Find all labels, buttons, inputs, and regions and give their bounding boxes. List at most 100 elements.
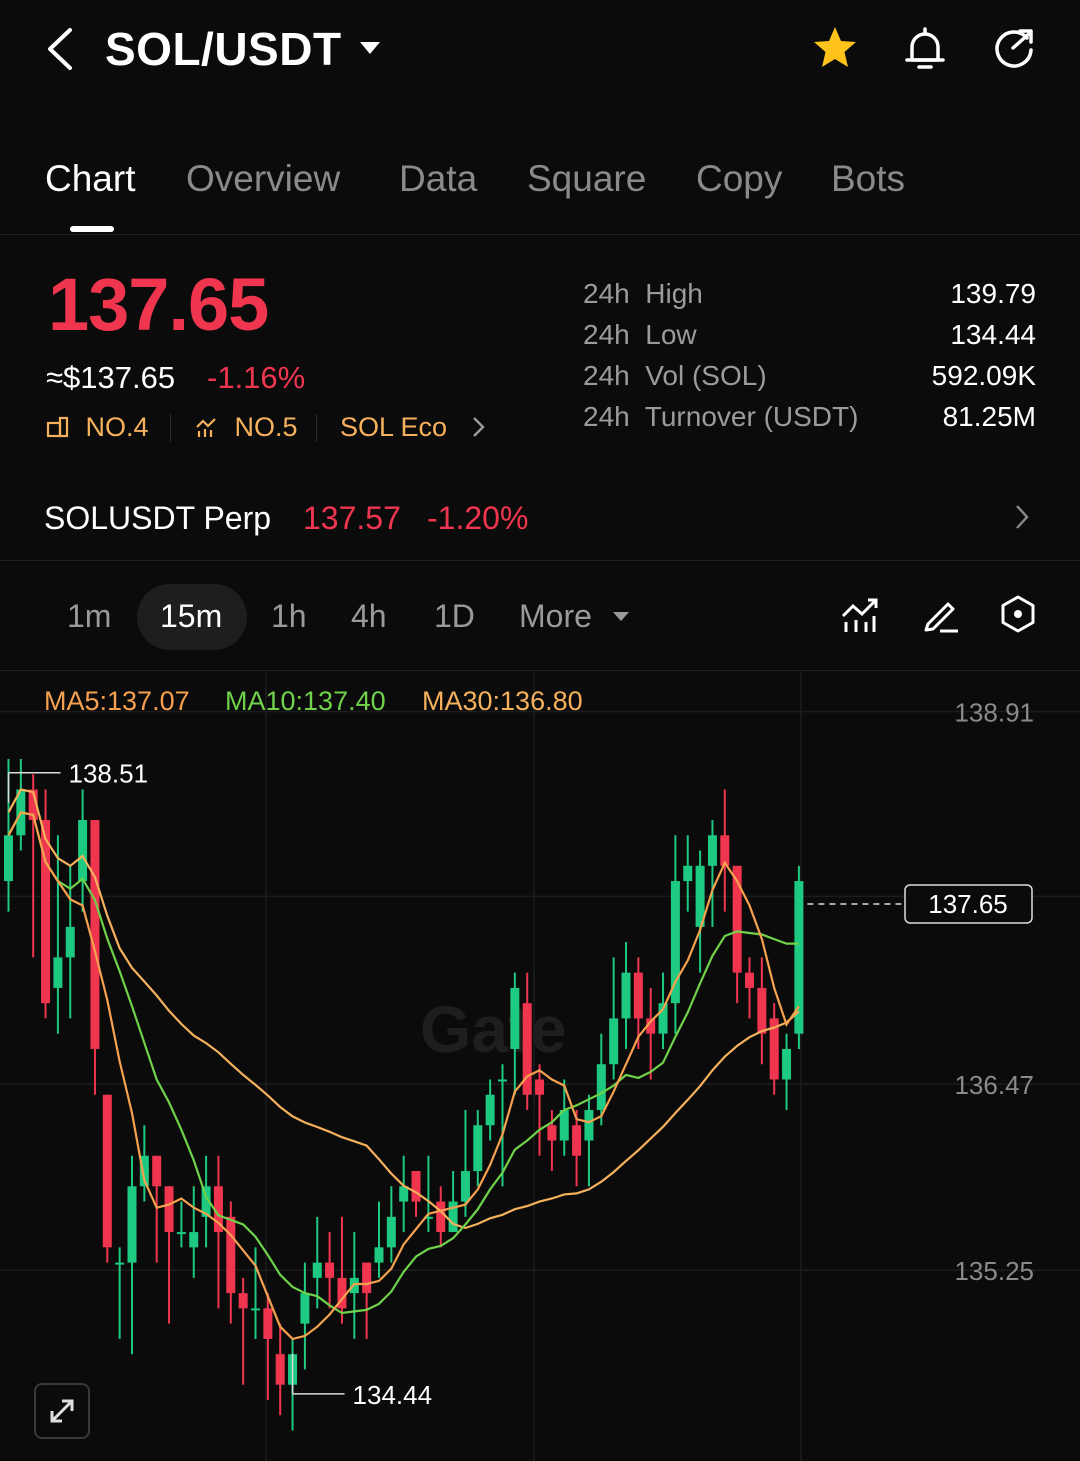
candle-body <box>683 865 693 882</box>
candle-body <box>498 1079 507 1082</box>
perp-contract-row[interactable]: SOLUSDT Perp 137.57 -1.20% <box>0 470 1080 561</box>
tab-overview[interactable]: Overview <box>186 158 340 200</box>
candle-body <box>374 1247 384 1263</box>
candle-body <box>621 972 631 1019</box>
candle-body <box>164 1186 174 1233</box>
candle-body <box>510 987 520 1049</box>
rank-label: NO.5 <box>234 412 298 442</box>
candle-body <box>226 1216 236 1294</box>
caret-down-icon <box>612 612 629 621</box>
candle-body <box>53 957 63 988</box>
candle-body <box>65 926 75 958</box>
fiat-price: ≈$137.65 <box>46 360 176 395</box>
candle-body <box>127 1186 137 1263</box>
stat-turnover-value: 81.25M <box>942 401 1036 432</box>
expand-icon <box>50 1399 74 1423</box>
candle-body <box>596 1064 606 1110</box>
indicator-icon[interactable] <box>840 594 880 634</box>
pair-title[interactable]: SOL/USDT <box>105 22 342 76</box>
last-price: 137.65 <box>48 263 269 346</box>
perp-change: -1.20% <box>427 500 529 536</box>
perp-price: 137.57 <box>303 500 401 536</box>
interval-1d[interactable]: 1D <box>434 598 475 635</box>
active-tab-indicator <box>70 226 114 232</box>
rank-box-icon <box>46 416 69 438</box>
candle-body <box>707 835 717 866</box>
candlestick-chart[interactable]: Gate 138.91 136.47 135.25 138.51 134.44 137.65… <box>0 672 1080 1461</box>
watermark-logo: Gate <box>420 992 567 1066</box>
divider <box>170 414 171 442</box>
stat-low-value: 134.44 <box>950 319 1036 350</box>
candle-body <box>325 1262 335 1278</box>
chevron-right-icon <box>472 417 485 437</box>
interval-1h[interactable]: 1h <box>271 598 307 635</box>
ma30-label: MA30:136.80 <box>422 686 583 716</box>
candle-body <box>547 1125 557 1141</box>
tab-copy[interactable]: Copy <box>696 158 782 200</box>
interval-more-label: More <box>519 598 592 634</box>
candle-body <box>633 972 643 1019</box>
interval-4h[interactable]: 4h <box>351 598 387 635</box>
bell-icon <box>905 27 945 69</box>
rank-badge-market-cap[interactable]: NO.4 <box>46 412 149 443</box>
candle-body <box>78 820 88 882</box>
candle-body <box>115 1262 125 1265</box>
draw-pen-icon[interactable] <box>920 594 960 634</box>
tab-chart[interactable]: Chart <box>45 158 135 200</box>
back-button[interactable] <box>40 22 88 76</box>
candle-body <box>312 1262 322 1278</box>
share-icon <box>995 29 1033 68</box>
candle-body <box>670 881 680 1004</box>
trend-chart-icon <box>196 418 216 437</box>
stat-volume-value: 592.09K <box>931 360 1036 391</box>
interval-15m[interactable]: 15m <box>160 598 222 635</box>
candle-body <box>251 1308 260 1311</box>
current-price-label: 137.65 <box>928 889 1008 919</box>
high-marker-label: 138.51 <box>69 759 149 789</box>
candle-body <box>460 1171 470 1202</box>
expand-chart-button[interactable] <box>34 1383 90 1439</box>
low-marker-label: 134.44 <box>353 1380 433 1410</box>
candle-body <box>102 1094 112 1248</box>
tab-data[interactable]: Data <box>399 158 477 200</box>
candle-body <box>90 820 100 1049</box>
rank-label: NO.4 <box>85 412 149 442</box>
favorite-button[interactable] <box>808 22 862 76</box>
perp-name: SOLUSDT Perp <box>44 500 272 536</box>
back-chevron-icon <box>48 28 72 70</box>
ma10-line <box>7 811 799 1315</box>
candle-body <box>386 1216 396 1248</box>
tab-square[interactable]: Square <box>527 158 646 200</box>
stat-low-label: 24h Low <box>583 319 697 350</box>
y-axis-tick-label: 135.25 <box>954 1256 1034 1286</box>
share-button[interactable] <box>987 22 1041 76</box>
candle-body <box>745 972 754 988</box>
candle-body <box>300 1293 310 1324</box>
y-axis-tick-label: 138.91 <box>954 698 1034 728</box>
rank-badge-trend[interactable]: NO.5 <box>195 412 298 443</box>
candle-body <box>275 1354 285 1385</box>
candle-body <box>609 1018 619 1065</box>
star-icon <box>814 27 856 67</box>
stat-high-label: 24h High <box>583 278 703 309</box>
ecosystem-label: SOL Eco <box>340 412 448 442</box>
interval-more[interactable]: More <box>519 598 631 635</box>
stat-high-value: 139.79 <box>950 278 1036 309</box>
chevron-right-icon <box>1016 505 1029 529</box>
tab-bar: Chart Overview Data Square Copy Bots <box>0 150 1080 235</box>
alert-button[interactable] <box>898 22 952 76</box>
ecosystem-link[interactable]: SOL Eco <box>340 412 489 443</box>
interval-1m[interactable]: 1m <box>67 598 111 635</box>
stat-turnover-label: 24h Turnover (USDT) <box>583 401 859 432</box>
chart-canvas[interactable]: Gate 138.91 136.47 135.25 138.51 134.44 137.65 <box>0 672 1080 1461</box>
candle-body <box>189 1232 199 1248</box>
candle-body <box>176 1232 186 1235</box>
candle-body <box>782 1048 792 1080</box>
settings-hex-icon[interactable] <box>998 594 1038 634</box>
tab-bots[interactable]: Bots <box>831 158 905 200</box>
candle-body <box>584 1109 594 1141</box>
dropdown-caret-icon[interactable] <box>358 36 382 63</box>
change-percent: -1.16% <box>207 360 306 395</box>
candle-body <box>535 1079 545 1095</box>
candle-body <box>4 835 13 882</box>
